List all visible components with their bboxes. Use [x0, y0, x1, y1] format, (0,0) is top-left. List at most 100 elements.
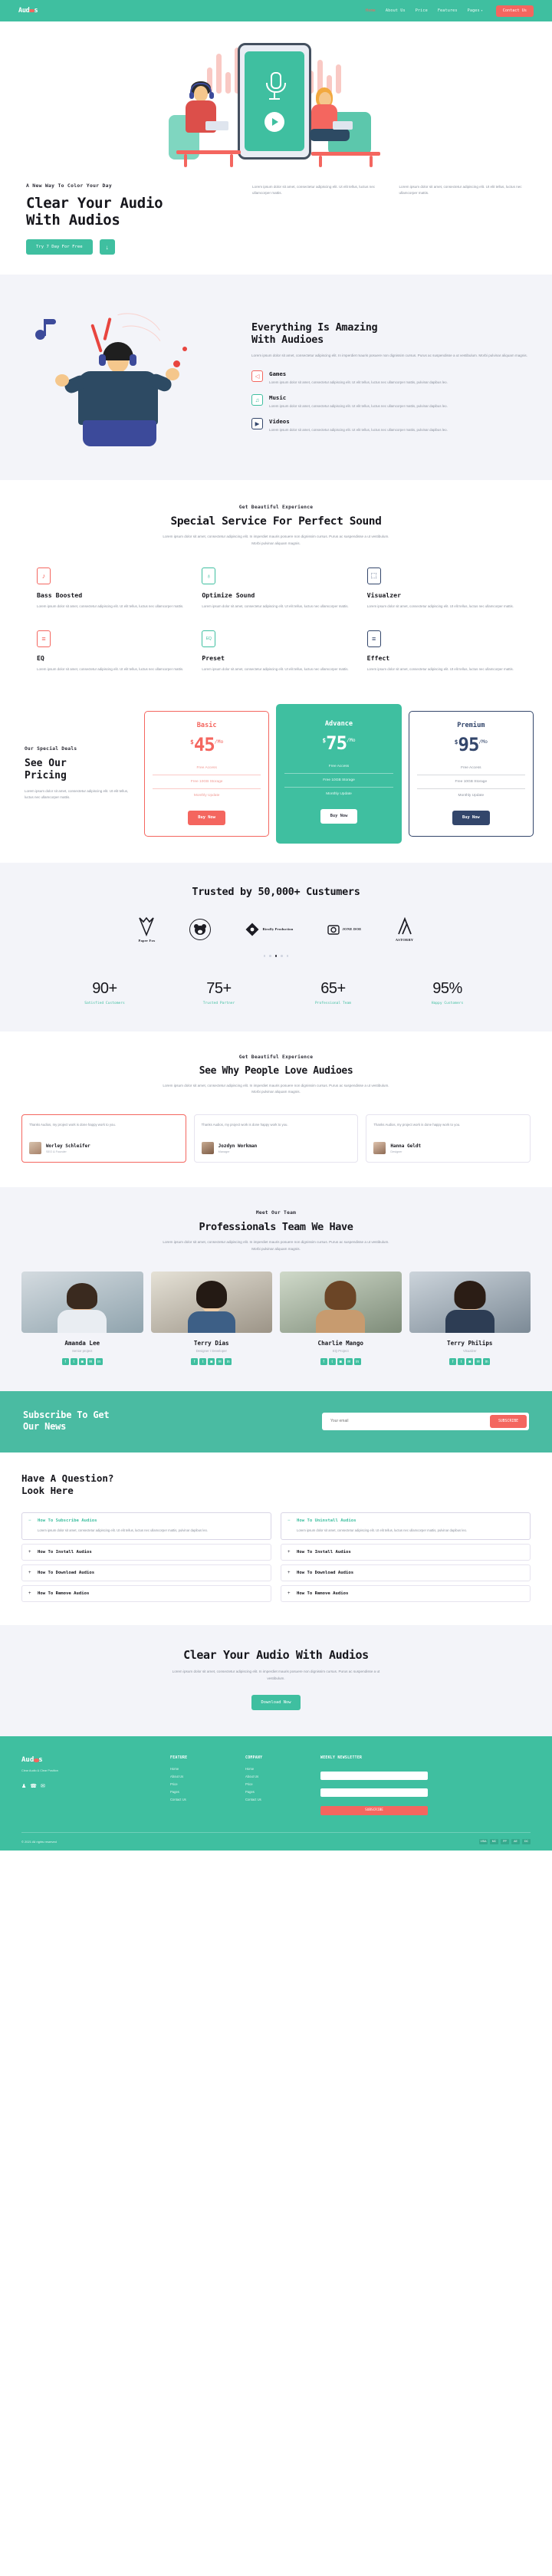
faq-item-expanded[interactable]: − How To Uninstall Audios Lorem ipsum do… — [281, 1512, 531, 1541]
twitter-icon[interactable]: t — [328, 1358, 336, 1366]
astorry-logo[interactable]: ASTORRY — [396, 916, 414, 942]
instagram-icon[interactable]: ◙ — [208, 1358, 215, 1366]
list-item[interactable]: ◁ Games Lorem ipsum dolor sit amet, cons… — [251, 370, 531, 386]
footer-link[interactable]: About Us — [245, 1775, 310, 1778]
service-card[interactable]: EQ Preset Lorem ipsum dolor sit amet, co… — [202, 630, 350, 673]
testimonial-card[interactable]: Thanks Audios, my project work is done h… — [21, 1114, 186, 1163]
service-card[interactable]: ⬚ Visualzer Lorem ipsum dolor sit amet, … — [366, 567, 515, 610]
teddy-bear-logo[interactable] — [189, 918, 212, 941]
service-card[interactable]: ≡ EQ Lorem ipsum dolor sit amet, consect… — [37, 630, 185, 673]
service-card[interactable]: ♪ Bass Boosted Lorem ipsum dolor sit ame… — [37, 567, 185, 610]
facebook-icon[interactable]: f — [61, 1358, 69, 1366]
testimonial-card[interactable]: Thanks Audios, my project work is done h… — [366, 1114, 531, 1163]
paper-fox-logo[interactable]: Paper Fox — [138, 916, 155, 943]
nav-item-price[interactable]: Price — [416, 8, 428, 13]
service-card[interactable]: ♁ Optimize Sound Lorem ipsum dolor sit a… — [202, 567, 350, 610]
twitter-icon[interactable]: t — [458, 1358, 465, 1366]
stat-label: Satisfied Customers — [84, 1001, 125, 1005]
faq-item[interactable]: + How To Install Audios — [281, 1544, 531, 1561]
download-arrow-icon[interactable]: ↓ — [99, 239, 115, 255]
nav-item-pages[interactable]: Pages ▾ — [468, 8, 483, 13]
carousel-dot-active[interactable] — [274, 954, 278, 957]
mail-icon[interactable]: ✉ — [216, 1358, 224, 1366]
footer-link[interactable]: Home — [245, 1767, 310, 1771]
footer-link[interactable]: About Us — [170, 1775, 235, 1778]
twitter-icon[interactable]: t — [199, 1358, 207, 1366]
footer-link[interactable]: Home — [170, 1767, 235, 1771]
nav-item-home[interactable]: Home — [366, 8, 376, 13]
footer-link[interactable]: Contact Us — [245, 1798, 310, 1801]
faq-item[interactable]: + How To Remove Audios — [281, 1585, 531, 1603]
facebook-icon[interactable]: f — [320, 1358, 327, 1366]
plus-icon: + — [288, 1591, 291, 1597]
facebook-icon[interactable]: f — [449, 1358, 457, 1366]
team-member-card[interactable]: Amanda Lee Senior project f t ◙ ✉ in — [21, 1272, 143, 1366]
mail-icon[interactable]: ✉ — [345, 1358, 353, 1366]
instagram-icon[interactable]: ◙ — [78, 1358, 86, 1366]
linkedin-icon[interactable]: in — [225, 1358, 232, 1366]
jone-doe-logo[interactable]: JONE DOE — [327, 923, 362, 936]
service-subtitle: Lorem ipsum dolor sit amet, consectetur … — [163, 535, 389, 546]
team-member-card[interactable]: Charlie Mango EQ Project f t ◙ ✉ in — [280, 1272, 402, 1366]
twitter-icon[interactable]: t — [70, 1358, 77, 1366]
carousel-dot[interactable] — [263, 954, 266, 957]
footer-email-input[interactable] — [320, 1788, 428, 1798]
carousel-dot[interactable] — [269, 954, 271, 957]
list-item[interactable]: ▶ Videos Lorem ipsum dolor sit amet, con… — [251, 418, 531, 433]
linkedin-icon[interactable]: in — [95, 1358, 103, 1366]
contact-us-button[interactable]: Contact Us — [495, 5, 534, 17]
linkedin-icon[interactable]: in — [353, 1358, 361, 1366]
pricing-card-basic[interactable]: Basic $ 45 /Mo Free Access Free 10GB Sto… — [144, 711, 270, 837]
instagram-icon[interactable]: ◙ — [337, 1358, 344, 1366]
footer-link[interactable]: Price — [170, 1782, 235, 1786]
pricing-card-premium[interactable]: Premium $ 95 /Mo Free Access Free 10GB S… — [408, 711, 534, 837]
download-now-button[interactable]: Download Now — [251, 1695, 301, 1711]
buy-now-button[interactable]: Buy Now — [320, 808, 358, 824]
birolly-production-logo[interactable]: Birolly Production — [245, 923, 293, 936]
user-icon[interactable]: ♟ — [21, 1783, 26, 1789]
play-button-icon[interactable] — [264, 112, 284, 132]
buy-now-button[interactable]: Buy Now — [452, 810, 490, 825]
footer-link[interactable]: Price — [245, 1782, 310, 1786]
linkedin-icon[interactable]: in — [483, 1358, 491, 1366]
footer-subscribe-button[interactable]: SUBSCRIBE — [320, 1805, 428, 1815]
minus-icon: − — [28, 1518, 31, 1523]
instagram-icon[interactable]: ◙ — [466, 1358, 474, 1366]
nav-item-about-us[interactable]: About Us — [386, 8, 406, 13]
faq-item-expanded[interactable]: − How To Subscribe Audios Lorem ipsum do… — [21, 1512, 271, 1541]
faq-item[interactable]: + How To Download Audios — [281, 1564, 531, 1582]
list-item[interactable]: ♫ Music Lorem ipsum dolor sit amet, cons… — [251, 394, 531, 410]
mail-icon[interactable]: ✉ — [41, 1783, 45, 1789]
testimonials-section: Get Beautiful Experience See Why People … — [0, 1031, 552, 1188]
pricing-card-advance[interactable]: Advance $ 75 /Mo Free Access Free 10GB S… — [276, 704, 402, 844]
subscribe-button[interactable]: SUBSCRIBE — [490, 1414, 527, 1428]
try-free-button[interactable]: Try 7 Day For Free — [26, 239, 93, 255]
footer-logo[interactable]: Aud s — [21, 1756, 159, 1764]
testimonial-card[interactable]: Thanks Audios, my project work is done h… — [193, 1114, 359, 1163]
faq-item[interactable]: + How To Install Audios — [21, 1544, 271, 1561]
faq-item[interactable]: + How To Remove Audios — [21, 1585, 271, 1603]
feature-title: Games — [269, 370, 287, 378]
footer-name-input[interactable] — [320, 1772, 428, 1781]
birolly-mark-icon — [245, 923, 259, 936]
nav-item-features[interactable]: Features — [438, 8, 458, 13]
faq-item[interactable]: + How To Download Audios — [21, 1564, 271, 1582]
footer-link[interactable]: Contact Us — [170, 1798, 235, 1801]
team-member-card[interactable]: Terry Philips Visualzer f t ◙ ✉ in — [409, 1272, 531, 1366]
testimonials-subtitle: Lorem ipsum dolor sit amet, consectetur … — [163, 1083, 389, 1094]
mail-icon[interactable]: ✉ — [87, 1358, 94, 1366]
brand-logo[interactable]: Aud s — [18, 7, 38, 15]
buy-now-button[interactable]: Buy Now — [188, 810, 226, 825]
facebook-icon[interactable]: f — [191, 1358, 199, 1366]
team-member-card[interactable]: Terry Dias Designer / Developer f t ◙ ✉ … — [150, 1272, 272, 1366]
carousel-dot[interactable] — [286, 954, 289, 957]
service-card[interactable]: ≡ Effect Lorem ipsum dolor sit amet, con… — [366, 630, 515, 673]
subscribe-email-input[interactable] — [324, 1414, 490, 1428]
footer-link-list: Home About Us Price Pages Contact Us — [245, 1767, 310, 1801]
carousel-dot[interactable] — [281, 954, 283, 957]
footer-link[interactable]: Pages — [170, 1790, 235, 1794]
mail-icon[interactable]: ✉ — [475, 1358, 482, 1366]
phone-icon[interactable]: ☎ — [30, 1783, 37, 1789]
footer-link[interactable]: Pages — [245, 1790, 310, 1794]
faq-question: How To Remove Audios — [297, 1591, 349, 1597]
